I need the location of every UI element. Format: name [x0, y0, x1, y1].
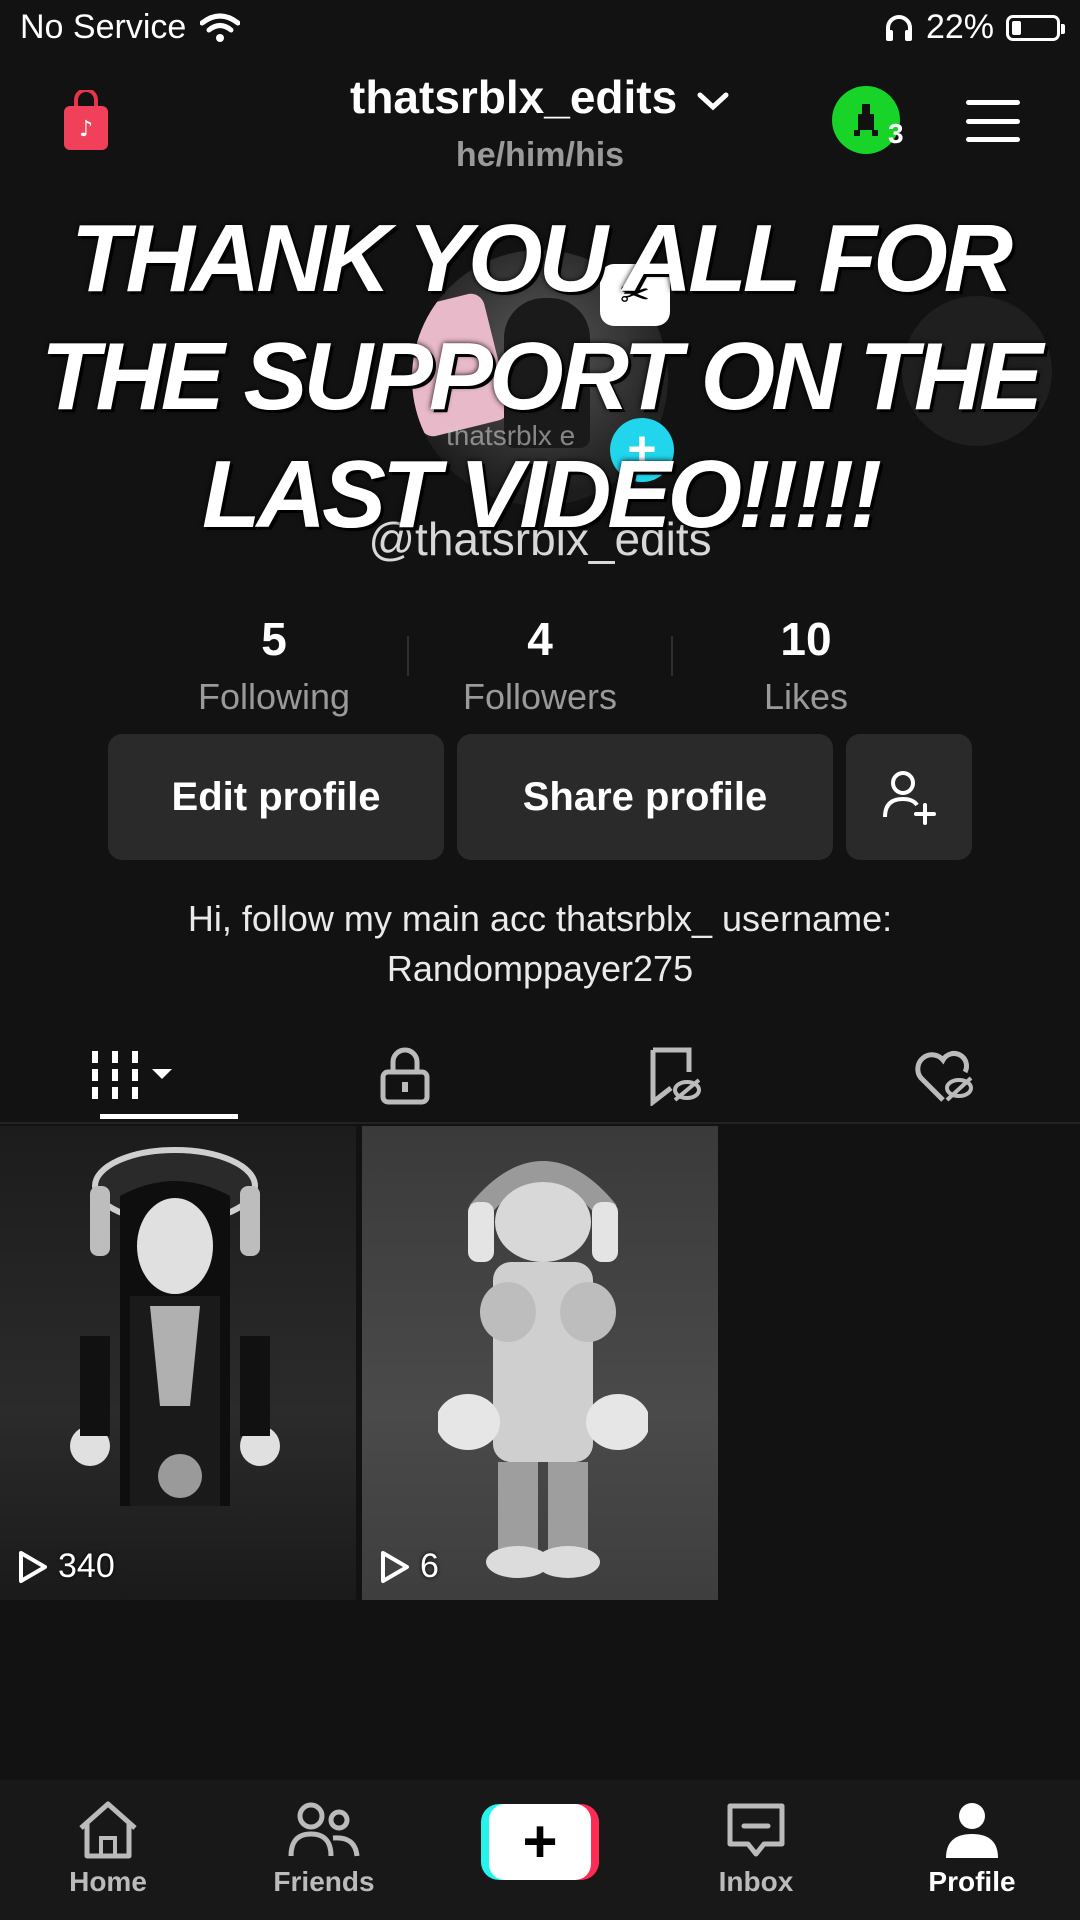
friends-icon — [288, 1802, 360, 1857]
stat-value: 5 — [261, 613, 287, 665]
tab-videos[interactable] — [0, 1030, 270, 1122]
nav-inbox[interactable]: Inbox — [648, 1780, 864, 1920]
grid-icon — [92, 1051, 172, 1099]
content-tabs — [0, 1030, 1080, 1124]
status-bar-left: No Service — [20, 8, 241, 47]
video-thumbnail[interactable]: 340 — [0, 1126, 356, 1600]
inbox-icon — [727, 1803, 785, 1857]
stat-label: Following — [197, 676, 351, 717]
heart-hidden-icon — [915, 1050, 973, 1102]
profile-icon — [946, 1803, 998, 1858]
play-icon — [19, 1550, 47, 1583]
bio-line: Randomppayer275 — [386, 948, 694, 989]
nav-label: Profile — [928, 1866, 1016, 1897]
nav-profile[interactable]: Profile — [864, 1780, 1080, 1920]
plus-icon: + — [489, 1804, 591, 1880]
overlay-caption: THANK YOU ALL FOR THE SUPPORT ON THE LAS… — [40, 205, 1043, 548]
stat-followers[interactable]: 4 Followers — [407, 612, 673, 718]
play-icon — [381, 1550, 409, 1583]
hamburger-menu-icon[interactable] — [966, 100, 1020, 142]
stat-divider — [407, 636, 409, 676]
stat-value: 4 — [527, 613, 553, 665]
stats-row: 5 Following 4 Followers 10 Likes — [0, 612, 1080, 718]
view-count: 6 — [380, 1547, 439, 1586]
bottom-nav: Home Friends + Inbox Profile — [0, 1780, 1080, 1920]
create-button[interactable]: + — [481, 1804, 599, 1880]
share-profile-button[interactable]: Share profile — [457, 734, 833, 860]
notification-count: 3 — [888, 118, 904, 149]
nav-label: Inbox — [718, 1866, 794, 1897]
nav-label: Friends — [273, 1866, 375, 1897]
nav-home[interactable]: Home — [0, 1780, 216, 1920]
tab-private[interactable] — [270, 1030, 540, 1122]
view-count-text: 6 — [420, 1547, 439, 1585]
headphones-icon — [885, 14, 912, 41]
video-preview-image — [70, 1147, 280, 1506]
stat-label: Likes — [763, 676, 849, 717]
tab-liked[interactable] — [810, 1030, 1080, 1122]
nav-friends[interactable]: Friends — [216, 1780, 432, 1920]
bio: Hi, follow my main acc thatsrblx_ userna… — [0, 894, 1080, 994]
nav-create[interactable]: + — [432, 1780, 648, 1920]
edit-profile-button[interactable]: Edit profile — [108, 734, 444, 860]
account-switcher[interactable]: thatsrblx_edits — [0, 70, 1080, 124]
battery-percent: 22% — [925, 8, 994, 46]
video-thumbnail[interactable]: 6 — [362, 1126, 718, 1600]
figure-icon — [854, 104, 878, 136]
lock-icon — [380, 1047, 430, 1105]
stat-following[interactable]: 5 Following — [141, 612, 407, 718]
add-user-icon — [883, 771, 936, 825]
carrier-label: No Service — [20, 8, 187, 46]
stat-label: Followers — [462, 676, 618, 717]
bio-line: Hi, follow my main acc thatsrblx_ userna… — [187, 898, 893, 939]
video-preview-image — [438, 1161, 648, 1578]
chevron-down-icon — [697, 92, 729, 111]
view-count: 340 — [18, 1547, 115, 1586]
pronouns: he/him/his — [455, 136, 625, 174]
stat-likes[interactable]: 10 Likes — [673, 612, 939, 718]
status-bar-right: 22% — [884, 8, 1065, 47]
bookmark-hidden-icon — [650, 1047, 701, 1106]
stat-value: 10 — [780, 613, 832, 665]
add-friends-button[interactable] — [846, 734, 972, 860]
username-title: thatsrblx_edits — [350, 71, 678, 123]
view-count-text: 340 — [58, 1547, 115, 1585]
battery-icon — [1006, 14, 1065, 41]
active-tab-indicator — [100, 1114, 238, 1119]
nav-label: Home — [69, 1866, 147, 1897]
home-icon — [79, 1801, 137, 1859]
tab-favorites[interactable] — [540, 1030, 810, 1122]
wifi-icon — [200, 13, 241, 42]
